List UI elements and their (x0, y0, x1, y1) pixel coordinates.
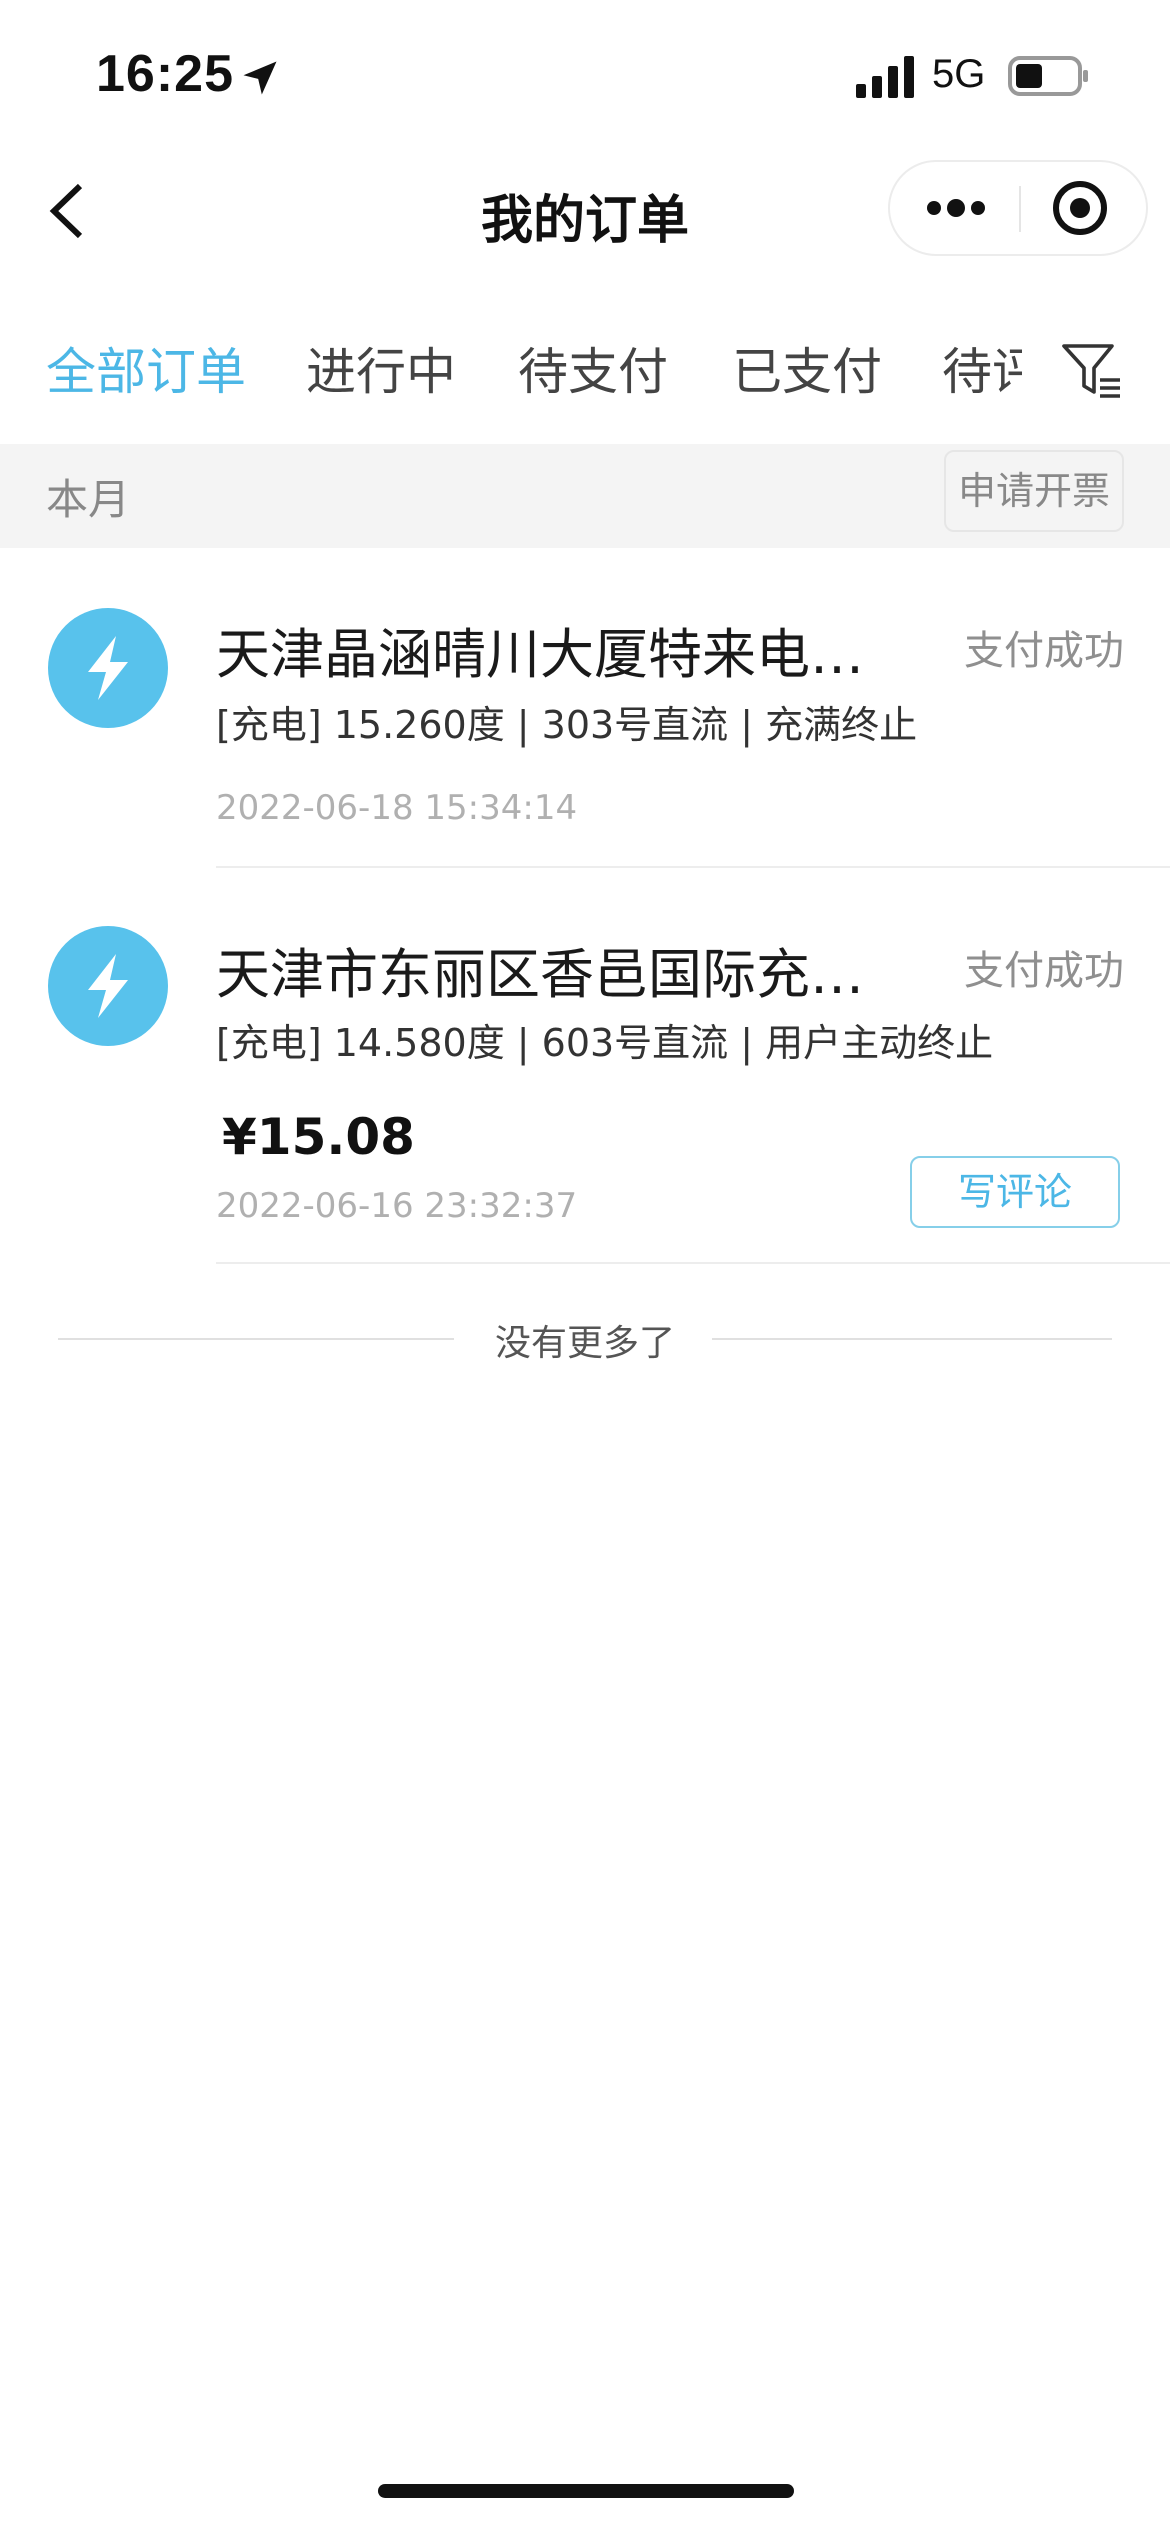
order-status: 支付成功 (964, 948, 1124, 994)
order-station-name: 天津晶涵晴川大厦特来电充… (216, 623, 896, 686)
order-detail: [充电] 14.580度 | 603号直流 | 用户主动终止 (216, 1021, 994, 1065)
more-button[interactable] (890, 162, 1020, 254)
tab-paid[interactable]: 已支付 (732, 332, 882, 404)
write-review-button[interactable]: 写评论 (910, 1156, 1120, 1228)
apply-invoice-button[interactable]: 申请开票 (944, 450, 1124, 532)
filter-button[interactable] (1060, 338, 1124, 402)
order-tabs: 全部订单 进行中 待支付 已支付 待评价 (0, 308, 1170, 418)
order-item[interactable]: 天津晶涵晴川大厦特来电充… 支付成功 [充电] 15.260度 | 303号直流… (0, 548, 1170, 868)
tab-pending-payment[interactable]: 待支付 (518, 332, 668, 404)
target-icon (1053, 181, 1107, 235)
order-price: ¥15.08 (222, 1108, 415, 1166)
navigation-bar: 我的订单 (0, 140, 1170, 280)
status-time: 16:25 (96, 45, 234, 103)
month-section-header: 本月 申请开票 (0, 444, 1170, 548)
charging-icon (48, 926, 168, 1046)
signal-icon (856, 56, 914, 98)
order-divider (216, 1262, 1170, 1264)
filter-icon (1062, 344, 1120, 398)
location-arrow-icon (243, 61, 277, 95)
order-time: 2022-06-16 23:32:37 (216, 1186, 578, 1226)
list-end: 没有更多了 (0, 1310, 1170, 1370)
page: 16:25 5G 我的订单 全部订单 进行中 待支付 已支付 待评 本月 申请开… (0, 0, 1170, 2532)
order-time: 2022-06-18 15:34:14 (216, 788, 578, 828)
status-bar: 16:25 5G (0, 0, 1170, 140)
charging-icon (48, 608, 168, 728)
month-label: 本月 (46, 475, 131, 524)
order-item[interactable]: 天津市东丽区香邑国际充电站 支付成功 [充电] 14.580度 | 603号直流… (0, 868, 1170, 1264)
lightning-icon (88, 636, 128, 700)
close-mini-program-button[interactable] (1022, 162, 1148, 254)
lightning-icon (88, 954, 128, 1018)
tab-to-review-clip: 待评价 (942, 332, 1022, 402)
end-divider-right (712, 1338, 1112, 1340)
capsule-divider (1019, 186, 1021, 232)
order-detail: [充电] 15.260度 | 303号直流 | 充满终止 (216, 703, 918, 747)
battery-icon (1008, 56, 1088, 96)
mini-program-capsule (888, 160, 1148, 256)
order-status: 支付成功 (964, 628, 1124, 674)
no-more-text: 没有更多了 (494, 1323, 675, 1364)
tab-in-progress[interactable]: 进行中 (306, 332, 456, 404)
tab-to-review[interactable]: 待评价 (942, 332, 1022, 402)
network-type: 5G (932, 52, 986, 96)
order-station-name: 天津市东丽区香邑国际充电站 (216, 943, 916, 1006)
tab-all-orders[interactable]: 全部订单 (46, 332, 246, 404)
home-indicator[interactable] (378, 2484, 794, 2498)
more-icon (927, 199, 985, 217)
